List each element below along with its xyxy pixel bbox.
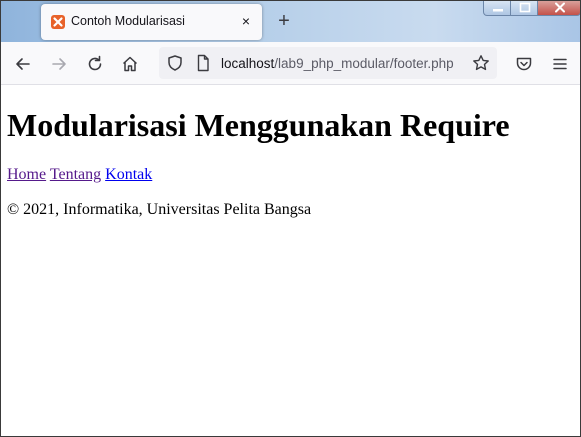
maximize-button[interactable] — [510, 1, 538, 16]
back-arrow-icon — [16, 58, 30, 70]
page-content: Modularisasi Menggunakan Require Home Te… — [1, 86, 580, 436]
tracking-protection-shield-icon[interactable] — [165, 53, 185, 73]
new-tab-button[interactable]: + — [275, 11, 293, 31]
close-window-button[interactable] — [537, 1, 580, 16]
minimize-button[interactable] — [483, 1, 511, 16]
close-window-icon — [555, 2, 565, 13]
forward-button[interactable] — [49, 54, 69, 74]
app-menu-button[interactable] — [550, 54, 570, 74]
forward-arrow-icon — [52, 58, 66, 70]
maximize-icon — [519, 2, 531, 13]
back-button[interactable] — [13, 54, 33, 74]
footer-copyright: © 2021, Informatika, Universitas Pelita … — [7, 201, 312, 218]
tab-strip: Contoh Modularisasi × + — [1, 1, 580, 42]
browser-window: Contoh Modularisasi × + localhost/lab9_p… — [0, 0, 581, 437]
nav-link-kontak[interactable]: Kontak — [105, 166, 152, 183]
url-host: localhost — [221, 56, 275, 71]
nav-link-home[interactable]: Home — [7, 166, 46, 183]
hamburger-menu-icon — [553, 58, 567, 70]
tab-close-icon[interactable]: × — [239, 14, 253, 28]
nav-link-tentang[interactable]: Tentang — [50, 166, 101, 183]
tab-active[interactable]: Contoh Modularisasi × — [41, 4, 262, 40]
pocket-button[interactable] — [514, 54, 534, 74]
url-path: /lab9_php_modular/footer.php — [274, 56, 454, 71]
page-title: Modularisasi Menggunakan Require — [7, 107, 510, 143]
url-text[interactable]: localhost/lab9_php_modular/footer.php — [221, 56, 454, 71]
navigation-toolbar: localhost/lab9_php_modular/footer.php — [1, 42, 580, 85]
reload-icon — [88, 55, 102, 71]
tab-title: Contoh Modularisasi — [71, 14, 185, 28]
address-bar[interactable]: localhost/lab9_php_modular/footer.php — [159, 47, 497, 79]
page-nav: Home Tentang Kontak — [7, 166, 152, 184]
minimize-icon — [493, 9, 503, 12]
xampp-favicon-icon — [51, 15, 65, 29]
reload-button[interactable] — [85, 54, 105, 74]
home-icon — [122, 56, 138, 72]
bookmark-star-icon[interactable] — [471, 53, 491, 73]
home-button[interactable] — [120, 54, 140, 74]
pocket-icon — [516, 57, 532, 71]
page-info-icon[interactable] — [193, 53, 213, 73]
